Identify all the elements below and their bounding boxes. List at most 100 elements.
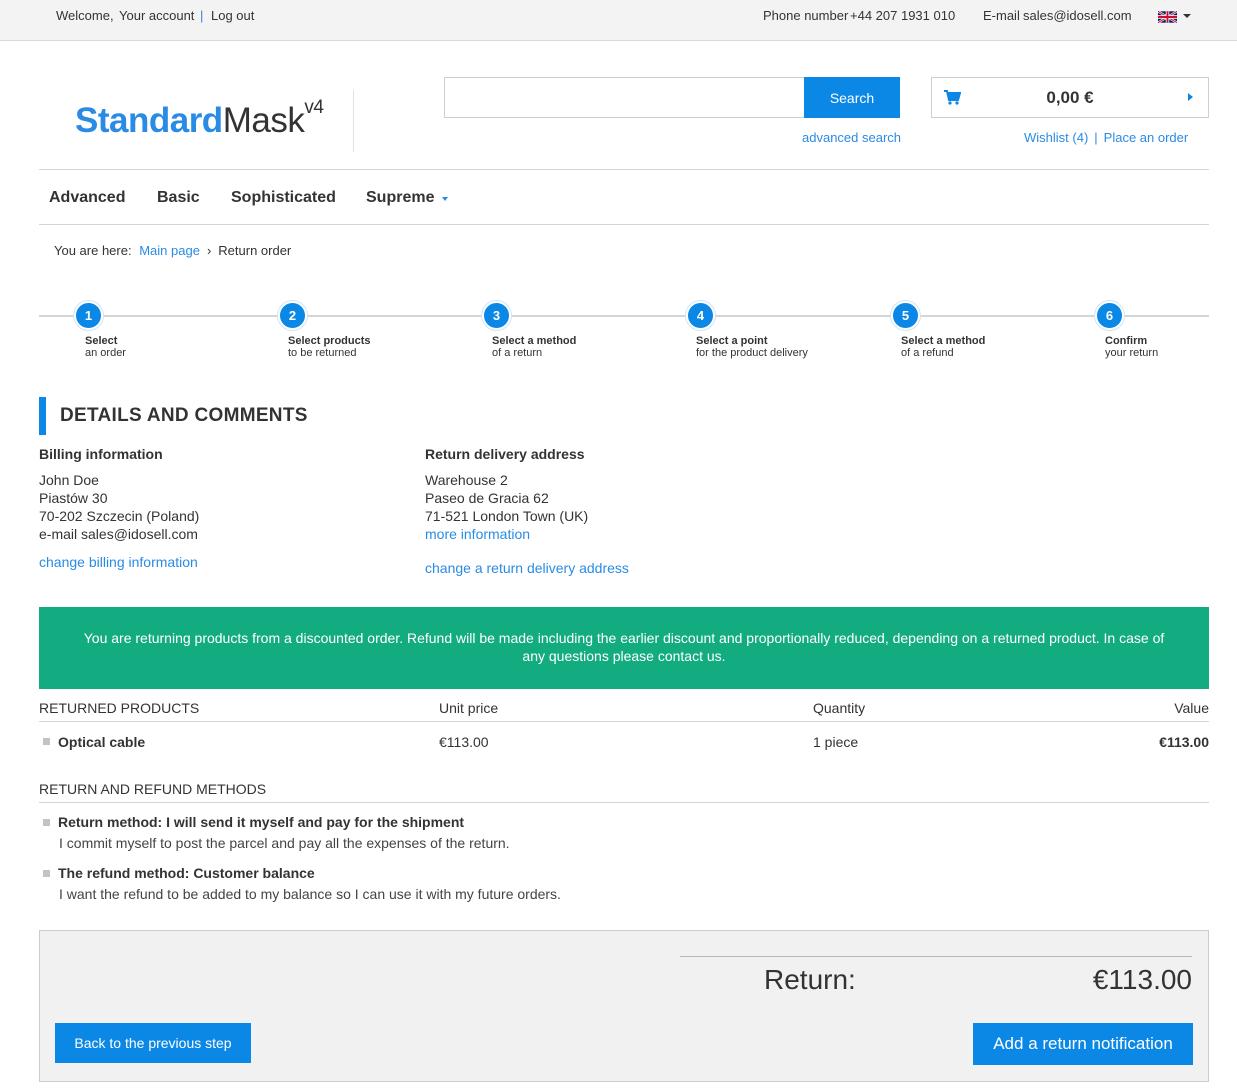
nav-item-supreme[interactable]: Supreme	[366, 189, 434, 207]
logo-version: v4	[304, 97, 324, 119]
step-6-label: Confirm your return	[1105, 335, 1158, 359]
welcome-text: Welcome,	[56, 8, 114, 23]
breadcrumb-current: Return order	[218, 243, 292, 258]
email-link[interactable]: sales@idosell.com	[1023, 8, 1132, 23]
change-billing-link[interactable]: change billing information	[39, 554, 198, 570]
step-1-subtitle: an order	[85, 347, 126, 359]
billing-city: 70-202 Szczecin (Poland)	[39, 508, 200, 524]
return-total-label: Return:	[764, 964, 856, 995]
billing-email: e-mail sales@idosell.com	[39, 526, 198, 542]
return-summary-box: Return: €113.00 Back to the previous ste…	[39, 930, 1209, 1082]
log-out-link[interactable]: Log out	[211, 8, 254, 23]
step-5-subtitle: of a refund	[901, 347, 954, 359]
nav-item-advanced[interactable]: Advanced	[49, 189, 125, 207]
product-unit-price: €113.00	[439, 734, 489, 750]
step-1-circle: 1	[74, 301, 103, 330]
advanced-search-link[interactable]: advanced search	[802, 130, 901, 145]
header-links-separator: |	[1094, 130, 1098, 145]
logo-divider	[353, 90, 354, 152]
step-4-label: Select a point for the product delivery	[696, 335, 808, 359]
more-information-link[interactable]: more information	[425, 526, 530, 542]
nav-item-basic[interactable]: Basic	[157, 189, 200, 207]
return-method-title: Return method: I will send it myself and…	[58, 814, 465, 830]
search-input[interactable]	[444, 77, 805, 118]
product-name: Optical cable	[58, 734, 146, 750]
step-3-subtitle: of a return	[492, 347, 543, 359]
breadcrumb-main-page[interactable]: Main page	[139, 243, 200, 258]
step-3-circle: 3	[482, 301, 511, 330]
step-1-title: Select	[85, 335, 118, 347]
step-6-title: Confirm	[1105, 335, 1148, 347]
summary-divider	[680, 956, 1192, 957]
step-3-title: Select a method	[492, 335, 577, 347]
phone-link[interactable]: +44 207 1931 010	[850, 8, 955, 23]
refund-method-description: I want the refund to be added to my bala…	[59, 886, 561, 902]
delivery-name: Warehouse 2	[425, 472, 508, 488]
breadcrumb: You are here: Main page › Return order	[54, 243, 291, 258]
refund-method-title: The refund method: Customer balance	[58, 865, 315, 881]
logo-part-mask: Mask	[222, 101, 305, 140]
email-label: E-mail	[983, 8, 1020, 23]
step-2-subtitle: to be returned	[288, 347, 357, 359]
chevron-right-icon	[1188, 93, 1193, 101]
products-header-value: Value	[1174, 700, 1209, 716]
back-button[interactable]: Back to the previous step	[55, 1023, 251, 1063]
discount-notice: You are returning products from a discou…	[39, 607, 1209, 689]
nav-item-sophisticated[interactable]: Sophisticated	[231, 189, 336, 207]
product-quantity: 1 piece	[813, 734, 859, 750]
step-2-title: Select products	[288, 335, 371, 347]
products-header-unit-price: Unit price	[439, 700, 499, 716]
delivery-city: 71-521 London Town (UK)	[425, 508, 589, 524]
step-2-label: Select products to be returned	[288, 335, 371, 359]
language-caret-icon[interactable]	[1183, 14, 1191, 18]
place-order-link[interactable]: Place an order	[1104, 130, 1189, 145]
list-bullet-icon	[43, 738, 50, 745]
list-bullet-icon	[43, 870, 50, 877]
logo-part-standard: Standard	[75, 101, 223, 140]
step-4-circle: 4	[686, 301, 715, 330]
products-header-divider	[39, 721, 1209, 722]
step-6-subtitle: your return	[1105, 347, 1159, 359]
uk-flag-icon[interactable]	[1158, 11, 1177, 23]
step-5-circle: 5	[891, 301, 920, 330]
header-links: Wishlist (4) | Place an order	[1024, 130, 1188, 145]
step-2-circle: 2	[278, 301, 307, 330]
methods-title: RETURN AND REFUND METHODS	[39, 781, 267, 797]
product-value: €113.00	[1159, 734, 1209, 750]
topbar-separator: |	[200, 8, 204, 23]
delivery-title: Return delivery address	[425, 446, 585, 462]
products-header-quantity: Quantity	[813, 700, 866, 716]
breadcrumb-prefix: You are here:	[54, 243, 132, 258]
step-1-label: Select an order	[85, 335, 126, 359]
return-method-description: I commit myself to post the parcel and p…	[59, 835, 510, 851]
site-logo[interactable]: StandardMaskv4	[75, 97, 324, 141]
steps-progress-line	[39, 315, 1209, 317]
step-4-title: Select a point	[696, 335, 768, 347]
chevron-right-icon: ›	[206, 243, 212, 258]
cart-total: 0,00 €	[1046, 88, 1094, 107]
products-header-name: RETURNED PRODUCTS	[39, 700, 200, 716]
nav-top-divider	[39, 169, 1209, 170]
section-title: DETAILS AND COMMENTS	[60, 405, 308, 426]
list-bullet-icon	[43, 819, 50, 826]
return-total-value: €113.00	[1092, 964, 1192, 995]
wishlist-link[interactable]: Wishlist (4)	[1024, 130, 1088, 145]
step-5-title: Select a method	[901, 335, 986, 347]
chevron-down-icon[interactable]	[442, 197, 448, 201]
step-4-subtitle: for the product delivery	[696, 347, 808, 359]
step-6-circle: 6	[1095, 301, 1124, 330]
step-5-label: Select a method of a refund	[901, 335, 985, 359]
phone-label: Phone number	[763, 8, 849, 23]
your-account-link[interactable]: Your account	[119, 8, 194, 23]
cart-widget[interactable]: 0,00 €	[931, 77, 1209, 118]
methods-divider	[39, 802, 1209, 803]
search-button[interactable]: Search	[804, 77, 900, 118]
change-delivery-link[interactable]: change a return delivery address	[425, 560, 629, 576]
billing-title: Billing information	[39, 446, 163, 462]
delivery-street: Paseo de Gracia 62	[425, 490, 549, 506]
billing-street: Piastów 30	[39, 490, 108, 506]
section-accent-bar	[39, 397, 46, 435]
step-3-label: Select a method of a return	[492, 335, 576, 359]
add-return-notification-button[interactable]: Add a return notification	[973, 1023, 1193, 1065]
nav-bottom-divider	[39, 224, 1209, 225]
